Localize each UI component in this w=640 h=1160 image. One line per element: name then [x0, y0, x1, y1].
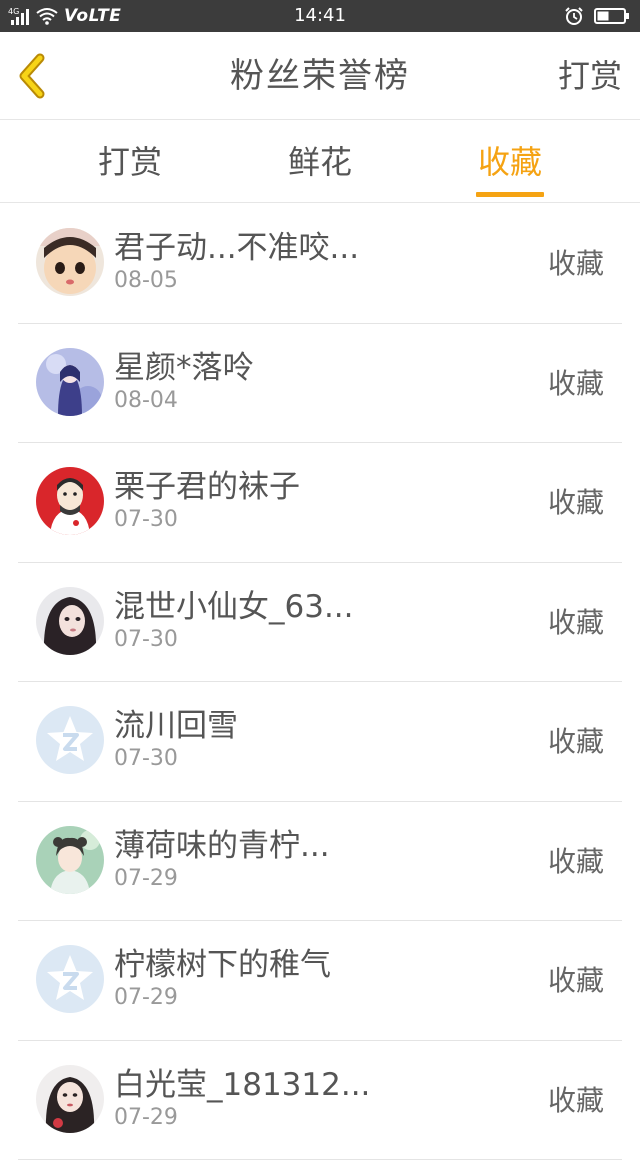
user-name: 白光莹_181312...: [114, 1059, 370, 1104]
tab-reward[interactable]: 打赏: [60, 121, 200, 203]
list-item[interactable]: 君子动...不准咬... 08-05 收藏: [18, 204, 622, 324]
back-button[interactable]: [10, 52, 58, 100]
list-item[interactable]: 薄荷味的青柠... 07-29 收藏: [18, 802, 622, 922]
tab-collect[interactable]: 收藏: [440, 121, 580, 203]
status-time: 14:41: [0, 0, 640, 32]
user-date: 07-29: [114, 866, 178, 891]
user-date: 07-30: [114, 627, 178, 652]
user-date: 07-30: [114, 507, 178, 532]
anime-girl-avatar: [36, 348, 104, 416]
collect-label: 收藏: [548, 563, 604, 682]
doll-avatar: [36, 228, 104, 296]
tab-label: 打赏: [98, 143, 162, 181]
tab-bar: 打赏 鲜花 收藏: [0, 121, 640, 203]
user-name: 君子动...不准咬...: [114, 222, 359, 267]
active-tab-indicator: [476, 192, 544, 197]
default-star-avatar: [36, 945, 104, 1013]
user-name: 薄荷味的青柠...: [114, 820, 330, 865]
anime-boy-avatar: [36, 826, 104, 894]
user-date: 07-30: [114, 746, 178, 771]
list-item[interactable]: 星颜*落呤 08-04 收藏: [18, 324, 622, 444]
reward-button[interactable]: 打赏: [558, 32, 622, 120]
woman-portrait-avatar: [36, 1065, 104, 1133]
user-date: 07-29: [114, 985, 178, 1010]
collect-label: 收藏: [548, 443, 604, 562]
battery-icon: [594, 7, 630, 25]
tab-label: 收藏: [478, 143, 542, 181]
page-title: 粉丝荣誉榜: [120, 32, 520, 120]
chevron-left-icon: [10, 52, 58, 100]
user-name: 混世小仙女_63...: [114, 581, 354, 626]
status-bar: 4G VoLTE 14:41: [0, 0, 640, 32]
collect-label: 收藏: [548, 802, 604, 921]
default-star-avatar: [36, 706, 104, 774]
user-name: 流川回雪: [114, 700, 238, 745]
collect-label: 收藏: [548, 1041, 604, 1160]
user-name: 栗子君的袜子: [114, 461, 300, 506]
status-right: [564, 0, 630, 32]
user-name: 柠檬树下的稚气: [114, 939, 331, 984]
user-date: 08-04: [114, 388, 178, 413]
list-item[interactable]: 流川回雪 07-30 收藏: [18, 682, 622, 802]
girl-portrait-avatar: [36, 587, 104, 655]
nav-bar: 粉丝荣誉榜 打赏: [0, 32, 640, 120]
user-name: 星颜*落呤: [114, 342, 254, 387]
user-date: 08-05: [114, 268, 178, 293]
tab-flowers[interactable]: 鲜花: [250, 121, 390, 203]
alarm-icon: [564, 6, 584, 26]
collect-label: 收藏: [548, 921, 604, 1040]
collect-label: 收藏: [548, 682, 604, 801]
fan-list: 君子动...不准咬... 08-05 收藏 星颜*落呤 08-04 收藏: [0, 204, 640, 1160]
list-item[interactable]: 白光莹_181312... 07-29 收藏: [18, 1041, 622, 1160]
cartoon-man-avatar: [36, 467, 104, 535]
list-item[interactable]: 混世小仙女_63... 07-30 收藏: [18, 563, 622, 683]
list-item[interactable]: 柠檬树下的稚气 07-29 收藏: [18, 921, 622, 1041]
user-date: 07-29: [114, 1105, 178, 1130]
list-item[interactable]: 栗子君的袜子 07-30 收藏: [18, 443, 622, 563]
tab-label: 鲜花: [288, 143, 352, 181]
collect-label: 收藏: [548, 324, 604, 443]
collect-label: 收藏: [548, 204, 604, 323]
